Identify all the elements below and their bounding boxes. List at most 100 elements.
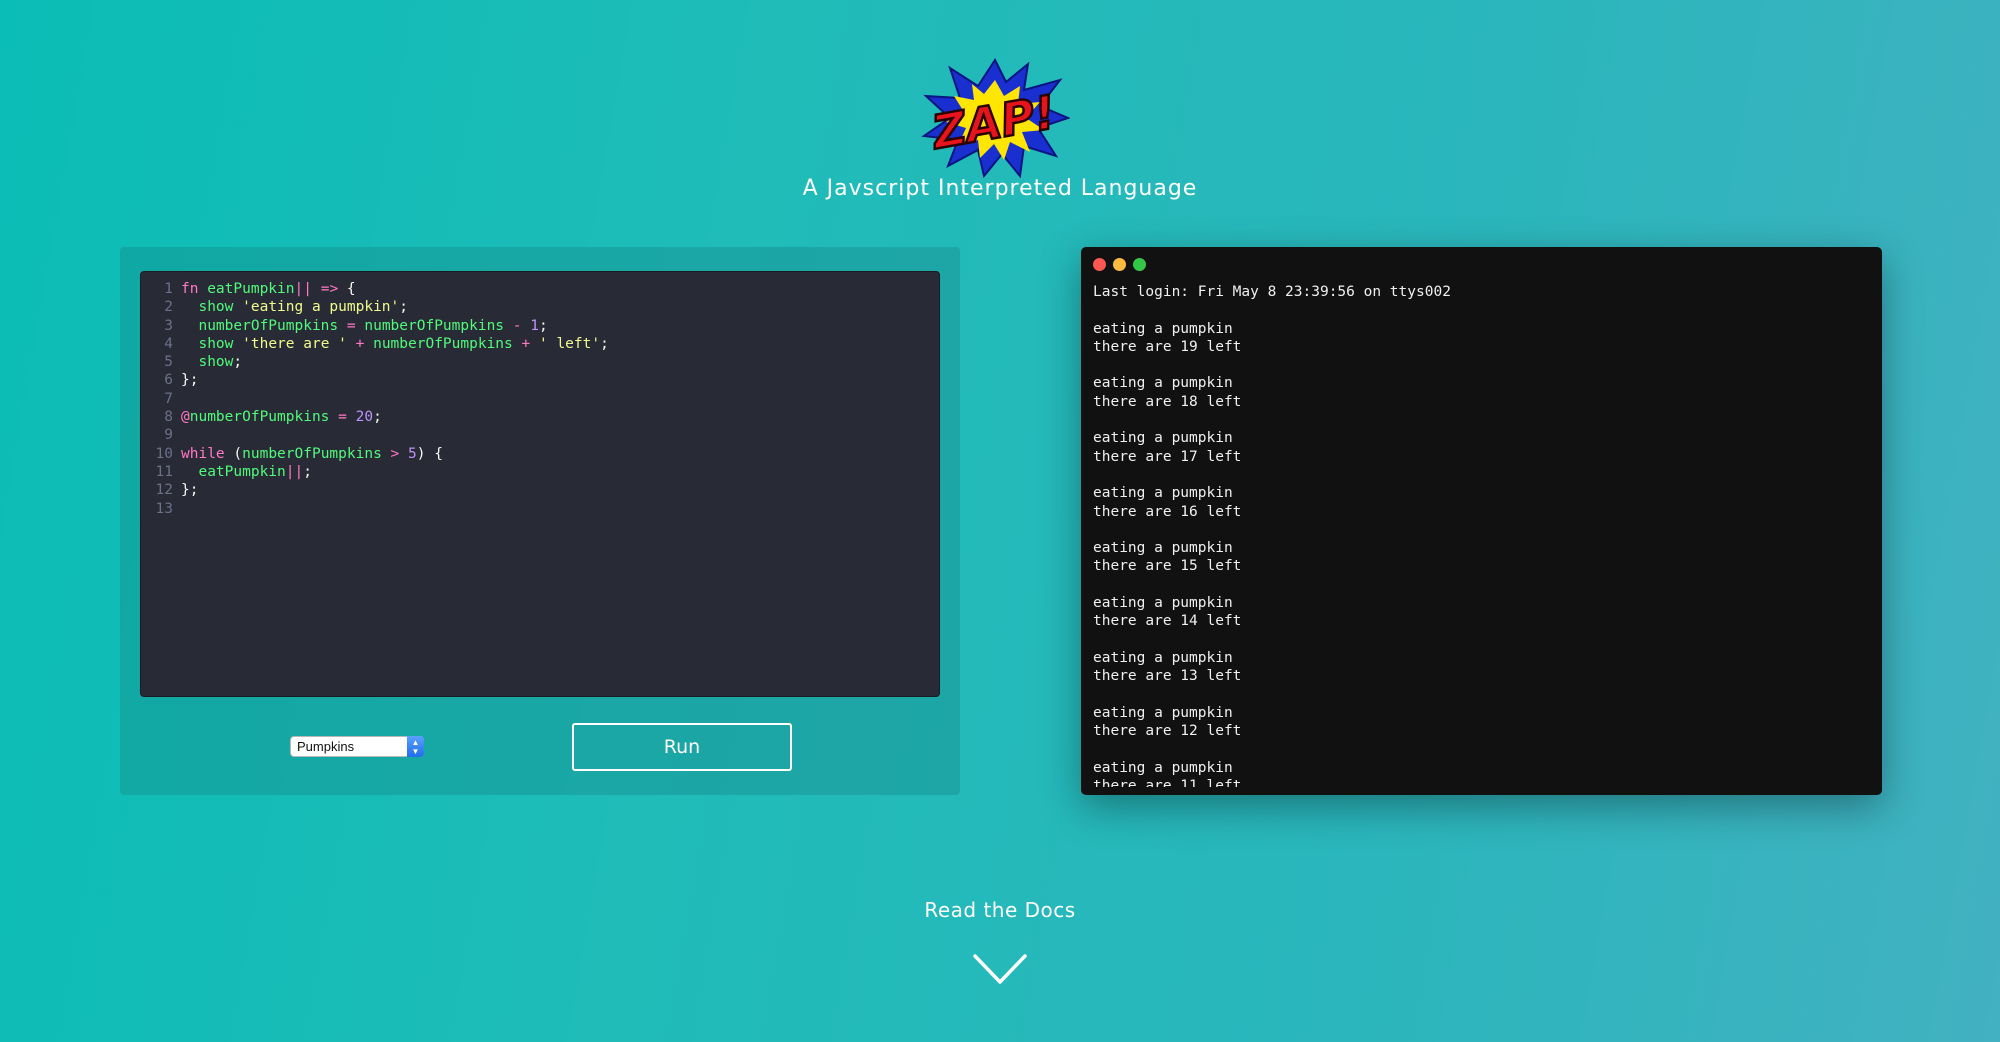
code-token: 'eating a pumpkin' <box>242 299 400 316</box>
code-token: || <box>294 281 312 297</box>
code-token: ; <box>399 299 408 316</box>
terminal-line: eating a pumpkin <box>1093 540 1233 557</box>
code-text: eatPumpkin||; <box>181 463 312 481</box>
editor-panel: 1 fn eatPumpkin|| => {2 show 'eating a pu… <box>120 247 960 795</box>
code-line: 10 while (numberOfPumpkins > 5) { <box>141 445 939 463</box>
line-number: 2 <box>164 299 173 316</box>
maximize-dot-icon[interactable] <box>1133 258 1146 271</box>
line-number: 4 <box>164 335 173 352</box>
minimize-dot-icon[interactable] <box>1113 258 1126 271</box>
code-token: eatPumpkin <box>198 463 286 480</box>
code-token: 5 <box>408 445 417 462</box>
code-token: ( <box>224 445 243 462</box>
code-token: => <box>320 281 339 297</box>
terminal-window: Last login: Fri May 8 23:39:56 on ttys00… <box>1081 247 1882 795</box>
code-token: numberOfPumpkins <box>364 317 505 334</box>
terminal-line: eating a pumpkin <box>1093 430 1233 447</box>
code-text: @numberOfPumpkins = 20; <box>181 408 382 426</box>
code-line: 7 <box>141 390 939 408</box>
code-line: 6}; <box>141 371 939 389</box>
code-text: }; <box>181 481 198 499</box>
code-line: 5 show; <box>141 353 939 371</box>
code-token: ; <box>600 335 609 352</box>
code-text: }; <box>181 371 198 389</box>
code-line: 2 show 'eating a pumpkin'; <box>141 298 939 316</box>
terminal-line: eating a pumpkin <box>1093 485 1233 502</box>
zap-logo: ZAP! <box>921 58 1070 178</box>
close-dot-icon[interactable] <box>1093 258 1106 271</box>
code-editor[interactable]: 1 fn eatPumpkin|| => {2 show 'eating a pu… <box>140 271 940 697</box>
terminal-line: eating a pumpkin <box>1093 375 1233 392</box>
example-select[interactable]: Pumpkins ▲ ▼ <box>290 736 424 757</box>
code-token: numberOfPumpkins <box>242 445 382 462</box>
terminal-line: Last login: Fri May 8 23:39:56 on ttys00… <box>1093 284 1451 300</box>
line-number: 6 <box>164 372 173 389</box>
line-number: 11 <box>155 463 173 480</box>
code-token: while <box>181 445 225 462</box>
code-line: 11 eatPumpkin||; <box>141 463 939 481</box>
code-line: 12}; <box>141 481 939 499</box>
terminal-line: there are 19 left <box>1093 338 1242 355</box>
code-line: 1 fn eatPumpkin|| => { <box>141 280 939 298</box>
code-token: ; <box>373 409 382 426</box>
code-token: @ <box>181 409 190 426</box>
terminal-line: there are 15 left <box>1093 558 1242 575</box>
code-token: ; <box>233 354 243 371</box>
code-text: numberOfPumpkins = numberOfPumpkins - 1; <box>181 317 547 335</box>
example-select-value: Pumpkins <box>297 739 355 754</box>
terminal-output[interactable]: Last login: Fri May 8 23:39:56 on ttys00… <box>1093 283 1870 787</box>
code-token: fn <box>181 281 208 297</box>
code-text: show; <box>181 353 242 371</box>
code-token: 1 <box>530 317 539 334</box>
code-token: ' left' <box>538 335 601 352</box>
line-number: 7 <box>164 390 173 407</box>
select-updown-icon: ▲ ▼ <box>407 736 424 757</box>
run-button[interactable]: Run <box>572 723 792 771</box>
code-token: - <box>512 317 522 334</box>
code-text: show 'eating a pumpkin'; <box>181 298 408 316</box>
code-token: numberOfPumpkins <box>373 335 513 352</box>
line-number: 12 <box>155 482 173 499</box>
terminal-line: there are 12 left <box>1093 723 1242 740</box>
code-token: || <box>285 463 304 480</box>
code-token: ; <box>303 463 312 480</box>
terminal-line: eating a pumpkin <box>1093 320 1233 337</box>
line-number: 9 <box>164 427 173 444</box>
line-number: 8 <box>164 409 173 426</box>
code-token: ) { <box>416 445 443 462</box>
terminal-line: eating a pumpkin <box>1093 704 1233 721</box>
line-number: 10 <box>155 445 173 462</box>
terminal-line: there are 17 left <box>1093 448 1242 465</box>
code-token: numberOfPumpkins <box>198 317 339 334</box>
code-line: 9 <box>141 426 939 444</box>
code-line: 8 @numberOfPumpkins = 20; <box>141 408 939 426</box>
read-docs-link[interactable]: Read the Docs <box>0 898 2000 922</box>
terminal-line: there are 18 left <box>1093 393 1242 410</box>
chevron-down-icon[interactable] <box>972 952 1028 986</box>
code-text: fn eatPumpkin|| => { <box>181 280 356 298</box>
terminal-line: there are 16 left <box>1093 503 1242 520</box>
code-token: = <box>346 317 356 334</box>
code-token: + <box>521 335 531 352</box>
terminal-line: eating a pumpkin <box>1093 759 1233 776</box>
code-token: 20 <box>355 409 374 426</box>
code-line: 13 <box>141 500 939 518</box>
